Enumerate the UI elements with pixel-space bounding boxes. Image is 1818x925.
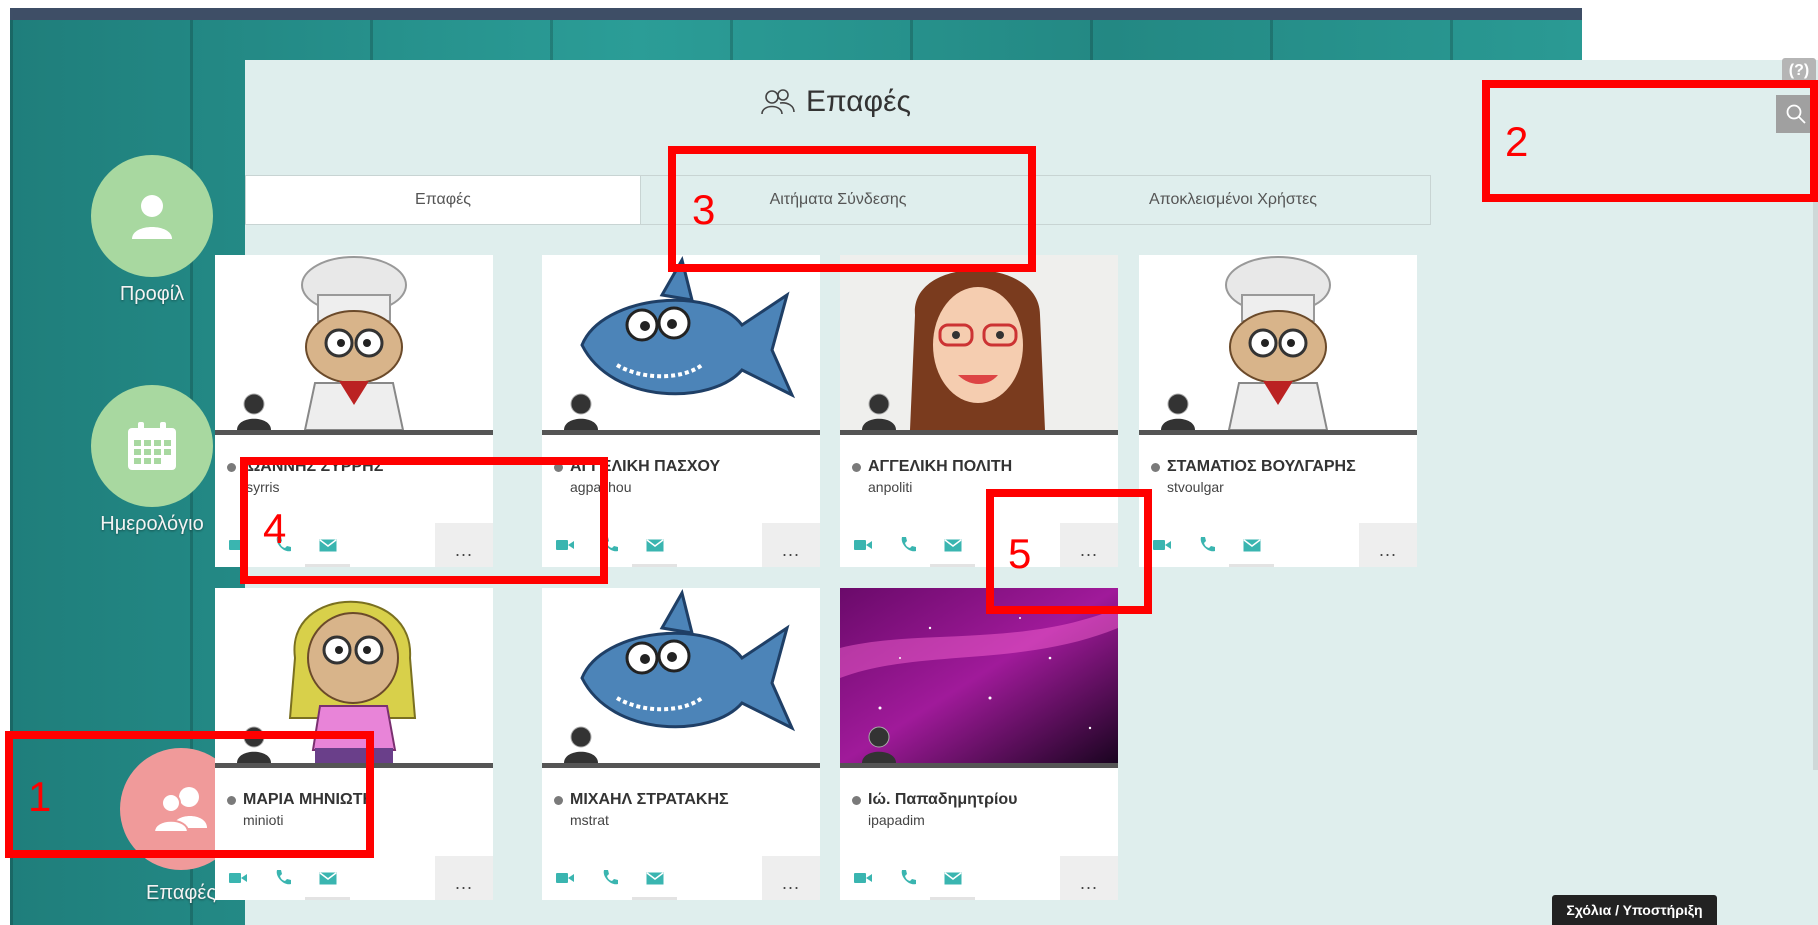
contact-username: mstrat [570,812,609,828]
contact-card[interactable]: ΣΤΑΜΑΤΙΟΣ ΒΟΥΛΓΑΡΗΣ stvoulgar... [1139,255,1417,567]
phone-icon [276,870,291,885]
annotation-number-5: 5 [1008,530,1032,577]
contact-name[interactable]: ΜΙΧΑΗΛ ΣΤΡΑΤΑΚΗΣ [570,791,729,809]
nav-calendar-label: Ημερολόγιο [100,513,204,535]
calendar-icon [128,422,176,470]
send-message-button[interactable] [632,856,677,900]
user-silhouette-icon [564,393,598,430]
phone-call-button[interactable] [1184,523,1229,567]
avatar-divider [215,430,493,435]
nav-profile-circle[interactable] [91,155,213,277]
status-dot [227,462,236,472]
contact-actions [840,523,975,567]
tab-contacts[interactable]: Επαφές [246,176,641,224]
mail-icon [319,871,336,884]
nav-profile-label: Προφίλ [119,283,185,305]
annotation-number-1: 1 [28,773,52,820]
send-message-button[interactable] [1229,523,1274,567]
page-title-text: Επαφές [806,85,911,118]
top-bar [10,8,1582,20]
more-options-button[interactable]: ... [1359,523,1417,567]
contact-username: ipapadim [868,812,925,828]
contacts-icon [761,89,795,115]
video-icon [853,540,872,550]
contact-name-row[interactable]: Ιώ. Παπαδημητρίου [852,791,1018,809]
video-call-button[interactable] [840,856,885,900]
avatar-divider [840,763,1118,768]
contact-actions [542,856,677,900]
contact-username: stvoulgar [1167,479,1224,495]
avatar-divider [542,430,820,435]
nav-item-calendar[interactable]: Ημερολόγιο [91,385,213,536]
user-silhouette-icon [564,726,598,763]
contact-username: anpoliti [868,479,913,495]
contact-name[interactable]: ΣΤΑΜΑΤΙΟΣ ΒΟΥΛΓΑΡΗΣ [1167,458,1356,476]
user-silhouette-icon [237,393,271,430]
user-silhouette-icon [862,393,896,430]
status-dot [554,795,563,805]
phone-call-button[interactable] [885,856,930,900]
avatar-divider [1139,430,1417,435]
annotation-box-1 [5,731,374,858]
phone-icon [603,870,618,885]
annotation-box-2 [1482,80,1818,202]
video-icon [228,873,247,883]
phone-icon [1200,537,1215,552]
status-dot [1151,462,1160,472]
send-message-button[interactable] [305,856,350,900]
video-call-button[interactable] [215,856,260,900]
mail-icon [944,538,961,551]
more-options-button[interactable]: ... [762,856,820,900]
avatar-divider [840,430,1118,435]
mail-icon [944,871,961,884]
contact-name[interactable]: Ιώ. Παπαδημητρίου [868,791,1018,809]
nav-item-profile[interactable]: Προφίλ [91,155,213,306]
phone-call-button[interactable] [587,856,632,900]
contact-name-row[interactable]: ΑΓΓΕΛΙΚΗ ΠΟΛΙΤΗ [852,458,1012,476]
annotation-box-4 [240,457,608,584]
user-silhouette-icon [1161,393,1195,430]
contact-name[interactable]: ΑΓΓΕΛΙΚΗ ΠΟΛΙΤΗ [868,458,1012,476]
phone-call-button[interactable] [260,856,305,900]
more-options-button[interactable]: ... [762,523,820,567]
contact-name-row[interactable]: ΜΙΧΑΗΛ ΣΤΡΑΤΑΚΗΣ [554,791,729,809]
support-button[interactable]: Σχόλια / Υποστήριξη [1552,895,1717,925]
send-message-button[interactable] [632,523,677,567]
phone-icon [901,537,916,552]
more-options-button[interactable]: ... [1060,856,1118,900]
nav-calendar-circle[interactable] [91,385,213,507]
contact-card[interactable]: Ιώ. Παπαδημητρίου ipapadim... [840,588,1118,900]
send-message-button[interactable] [930,523,975,567]
mail-icon [1243,538,1260,551]
phone-icon [901,870,916,885]
annotation-number-3: 3 [692,186,716,233]
video-icon [853,873,872,883]
video-icon [555,873,574,883]
contact-card[interactable]: ΜΙΧΑΗΛ ΣΤΡΑΤΑΚΗΣ mstrat... [542,588,820,900]
phone-call-button[interactable] [885,523,930,567]
status-dot [852,795,861,805]
contact-actions [215,856,350,900]
video-call-button[interactable] [840,523,885,567]
contact-name-row[interactable]: ΣΤΑΜΑΤΙΟΣ ΒΟΥΛΓΑΡΗΣ [1151,458,1356,476]
contact-actions [840,856,975,900]
scrollbar[interactable] [1813,140,1818,770]
more-options-button[interactable]: ... [435,856,493,900]
status-dot [852,462,861,472]
mail-icon [646,871,663,884]
avatar-divider [542,763,820,768]
user-silhouette-icon [862,726,896,763]
annotation-number-4: 4 [263,505,287,552]
video-icon [1152,540,1171,550]
mail-icon [646,538,663,551]
tab-blocked-users[interactable]: Αποκλεισμένοι Χρήστες [1036,176,1430,224]
contact-actions [1139,523,1274,567]
user-icon [132,195,172,239]
send-message-button[interactable] [930,856,975,900]
video-call-button[interactable] [542,856,587,900]
page-title: Επαφές [760,85,911,119]
annotation-box-3 [668,146,1036,272]
annotation-number-2: 2 [1505,118,1529,165]
